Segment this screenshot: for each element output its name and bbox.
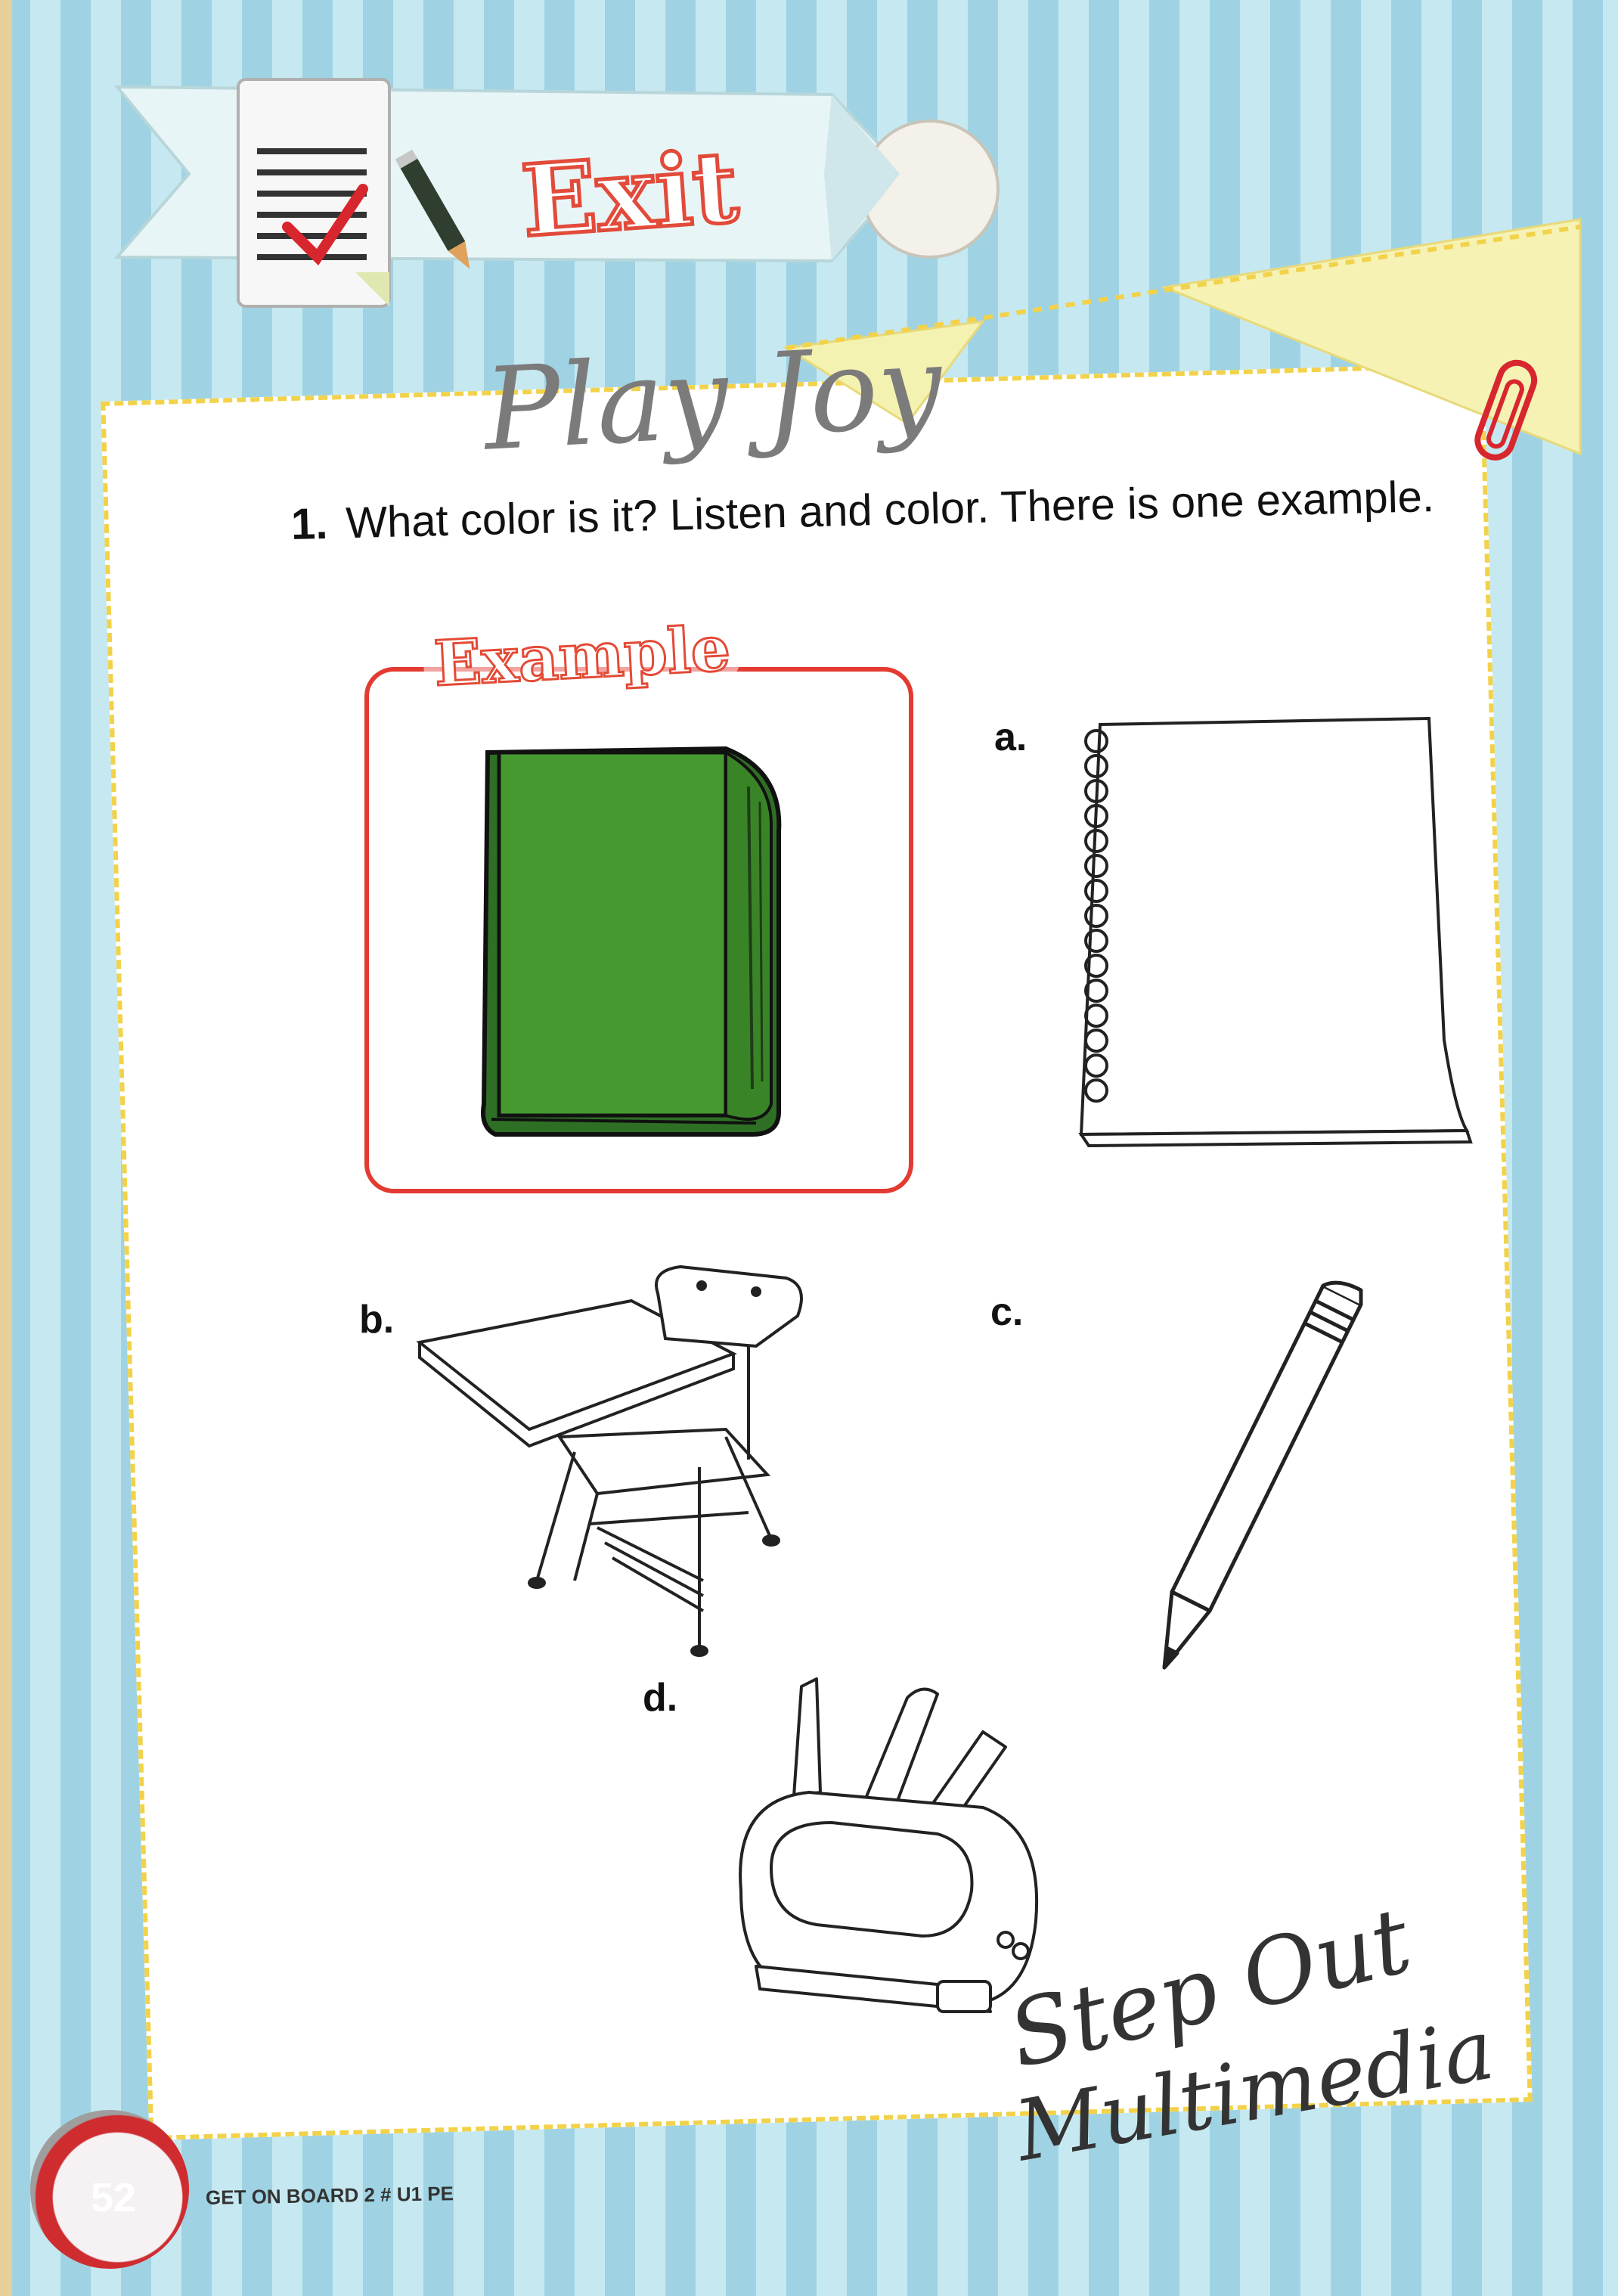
desk-drawing [416,1264,803,1657]
banner-title: Exit [516,127,744,262]
item-label-b: b. [359,1298,395,1342]
footer-book-title: GET ON BOARD 2 # U1 PE [205,2182,454,2209]
handwritten-note-top: Play Joy [480,321,946,476]
item-label-d: d. [643,1676,678,1720]
item-label-a: a. [994,715,1028,759]
page-number: 52 [91,2175,137,2220]
notebook-drawing [1078,716,1473,1148]
pencil-drawing [1162,1280,1363,1670]
pencil-case-drawing [739,1677,1039,2013]
yellow-flag-right [1160,218,1582,456]
question-number: 1. [290,498,329,549]
checklist-icon [237,78,391,308]
item-label-c: c. [990,1290,1024,1334]
green-book [481,746,782,1137]
